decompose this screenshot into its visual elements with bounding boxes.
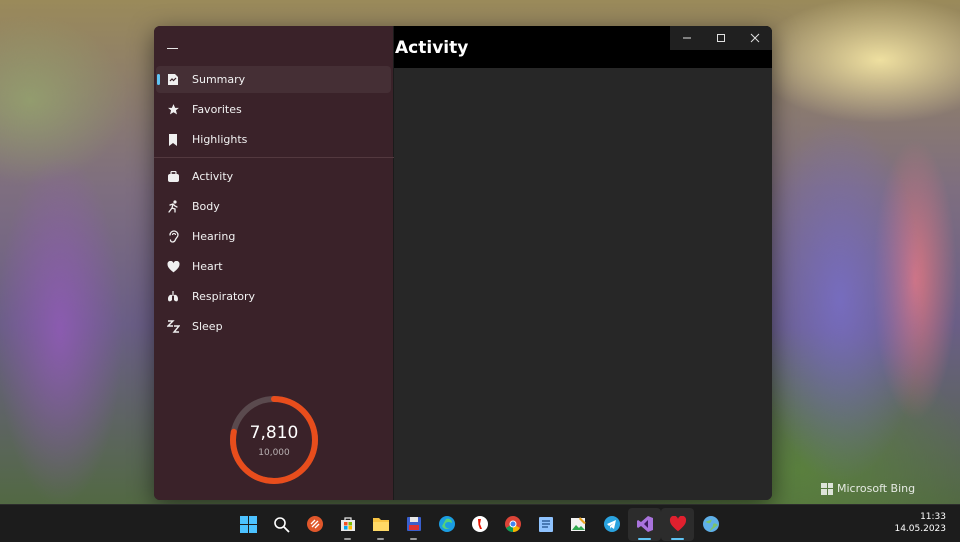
nav-item-favorites[interactable]: Favorites — [156, 96, 391, 123]
app-window: Summary Favorites Highlights Activity Bo… — [154, 26, 772, 500]
image-editor-icon[interactable] — [562, 508, 595, 541]
bing-watermark[interactable]: Microsoft Bing — [821, 482, 915, 495]
notepad-icon[interactable] — [529, 508, 562, 541]
steps-count: 7,810 — [249, 423, 299, 443]
windows-start-icon[interactable] — [232, 508, 265, 541]
lungs-icon — [165, 289, 181, 305]
minimize-button[interactable] — [670, 26, 704, 50]
close-icon — [750, 33, 760, 43]
navigation-pane: Summary Favorites Highlights Activity Bo… — [154, 26, 394, 500]
nav-item-label: Body — [192, 200, 220, 213]
page-title: Activity — [395, 38, 469, 58]
nav-item-hearing[interactable]: Hearing — [156, 223, 391, 250]
clock-date: 14.05.2023 — [894, 524, 946, 534]
ear-icon — [165, 229, 181, 245]
nav-item-heart[interactable]: Heart — [156, 253, 391, 280]
nav-item-respiratory[interactable]: Respiratory — [156, 283, 391, 310]
remote-desktop-icon[interactable] — [298, 508, 331, 541]
nav-item-label: Respiratory — [192, 290, 256, 303]
nav-item-body[interactable]: Body — [156, 193, 391, 220]
watermark-text: Microsoft Bing — [837, 482, 916, 495]
nav-item-sleep[interactable]: Sleep — [156, 313, 391, 340]
star-icon — [165, 102, 181, 118]
health-app-icon[interactable] — [661, 507, 694, 541]
nav-item-label: Heart — [192, 260, 223, 273]
taskbar: 11:33 14.05.2023 — [0, 504, 960, 542]
chrome-browser-icon[interactable] — [496, 508, 529, 541]
sleep-icon — [165, 319, 181, 335]
running-indicator — [344, 537, 351, 540]
summary-icon — [165, 72, 181, 88]
nav-item-summary[interactable]: Summary — [156, 66, 391, 93]
maximize-icon — [717, 34, 725, 42]
microsoft-store-icon[interactable] — [331, 508, 364, 541]
nav-item-label: Summary — [192, 73, 246, 86]
nav-separator — [154, 157, 394, 158]
caption-buttons — [670, 26, 772, 50]
yandex-browser-icon[interactable] — [463, 508, 496, 541]
steps-goal: 10,000 — [258, 448, 290, 458]
nav-item-label: Highlights — [192, 133, 248, 146]
clock-time: 11:33 — [920, 512, 946, 522]
weather-globe-icon[interactable] — [694, 508, 727, 541]
nav-item-label: Sleep — [192, 320, 223, 333]
minimize-icon — [683, 37, 691, 39]
heart-icon — [165, 259, 181, 275]
visual-studio-icon[interactable] — [628, 507, 661, 541]
edge-browser-icon[interactable] — [430, 508, 463, 541]
file-explorer-icon[interactable] — [364, 508, 397, 541]
steps-progress-ring: 7,810 10,000 — [228, 394, 320, 486]
body-icon — [165, 199, 181, 215]
save-disk-icon[interactable] — [397, 508, 430, 541]
bookmark-icon — [165, 132, 181, 148]
running-indicator — [377, 537, 384, 540]
telegram-icon[interactable] — [595, 508, 628, 541]
title-bar: Activity — [394, 26, 772, 68]
maximize-button[interactable] — [704, 26, 738, 50]
selection-indicator — [157, 74, 160, 85]
system-clock[interactable]: 11:33 14.05.2023 — [894, 511, 946, 535]
running-indicator — [410, 537, 417, 540]
content-area — [394, 68, 772, 500]
nav-item-label: Favorites — [192, 103, 242, 116]
nav-item-label: Hearing — [192, 230, 236, 243]
hamburger-menu-icon[interactable] — [163, 40, 181, 56]
nav-item-activity[interactable]: Activity — [156, 163, 391, 190]
bing-logo-icon — [821, 482, 833, 495]
running-indicator — [671, 537, 684, 540]
nav-item-highlights[interactable]: Highlights — [156, 126, 391, 153]
running-indicator — [638, 537, 651, 540]
close-button[interactable] — [738, 26, 772, 50]
nav-item-label: Activity — [192, 170, 234, 183]
search-icon[interactable] — [265, 508, 298, 541]
activity-icon — [165, 169, 181, 185]
